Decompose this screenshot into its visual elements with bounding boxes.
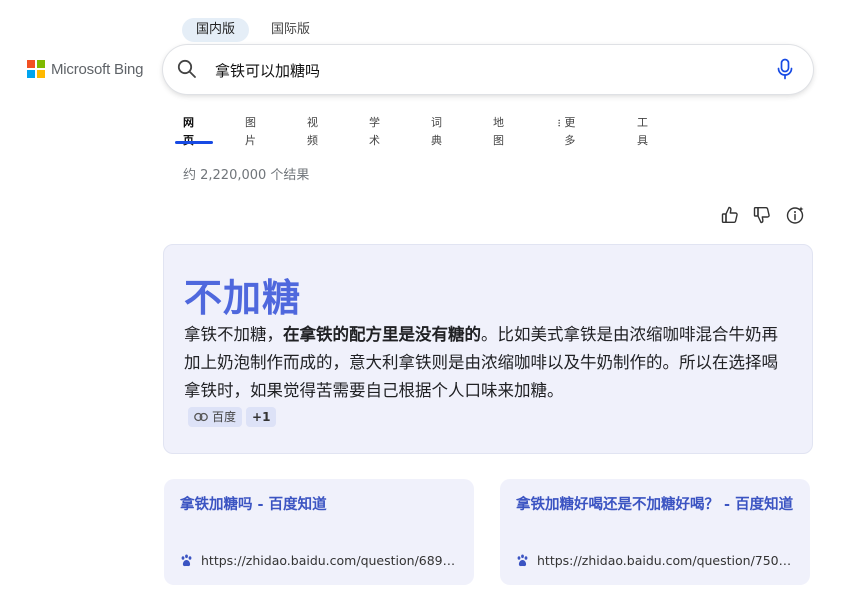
source-chip[interactable]: 百度 [188,407,243,427]
tab-web[interactable]: 网页 [175,114,213,147]
link-icon [194,412,208,422]
tab-tools[interactable]: 工具 [637,114,648,147]
search-box [163,45,813,94]
bing-logo[interactable]: Microsoft Bing [27,60,143,78]
tab-videos[interactable]: 视频 [307,114,318,147]
result-count: 约 2,220,000 个结果 [183,168,310,183]
baidu-paw-icon [181,554,192,567]
baidu-paw-icon [517,554,528,567]
search-icon[interactable] [177,59,197,79]
result-card[interactable]: 拿铁加糖吗 - 百度知道 https://zhidao.baidu.com/qu… [164,479,474,585]
info-icon[interactable] [785,205,805,225]
mic-icon[interactable] [775,58,795,80]
tab-more-label: 更多 [564,116,576,147]
result-card[interactable]: 拿铁加糖好喝还是不加糖好喝？ - 百度知道 https://zhidao.bai… [500,479,810,585]
microsoft-logo-icon [27,60,45,78]
tab-more[interactable]: 更多 [558,114,577,147]
tab-academic[interactable]: 学术 [369,114,380,147]
result-url-row: https://zhidao.baidu.com/question/750965… [516,553,795,568]
source-name: 百度 [212,410,237,424]
logo-text: Microsoft Bing [51,60,144,78]
result-title[interactable]: 拿铁加糖好喝还是不加糖好喝？ - 百度知道 [516,494,801,516]
tab-international[interactable]: 国际版 [257,18,324,42]
thumbs-down-icon[interactable] [752,205,772,225]
more-sources-chip[interactable]: +1 [246,407,277,427]
source-row: 百度 +1 [188,407,277,427]
tab-domestic[interactable]: 国内版 [182,18,250,42]
result-url[interactable]: https://zhidao.baidu.com/question/750965… [537,553,795,568]
result-title[interactable]: 拿铁加糖吗 - 百度知道 [180,494,460,516]
answer-text-bold: 在拿铁的配方里是没有糖的 [283,325,481,344]
result-url[interactable]: https://zhidao.baidu.com/question/689911… [201,553,459,568]
tab-maps[interactable]: 地图 [493,114,504,147]
search-input[interactable] [215,59,755,81]
tab-images[interactable]: 图片 [245,114,256,147]
answer-text: 拿铁不加糖，在拿铁的配方里是没有糖的。比如美式拿铁是由浓缩咖啡混合牛奶再加上奶泡… [184,321,794,405]
result-url-row: https://zhidao.baidu.com/question/689911… [180,553,459,568]
more-vertical-icon [558,119,560,127]
tab-dictionary[interactable]: 词典 [431,114,442,147]
thumbs-up-icon[interactable] [720,205,740,225]
answer-text-lead: 拿铁不加糖， [184,325,283,344]
answer-headline: 不加糖 [184,276,302,320]
region-tabs: 国内版 国际版 [182,18,324,42]
answer-card: 不加糖 拿铁不加糖，在拿铁的配方里是没有糖的。比如美式拿铁是由浓缩咖啡混合牛奶再… [163,244,813,454]
active-tab-underline [175,141,213,144]
